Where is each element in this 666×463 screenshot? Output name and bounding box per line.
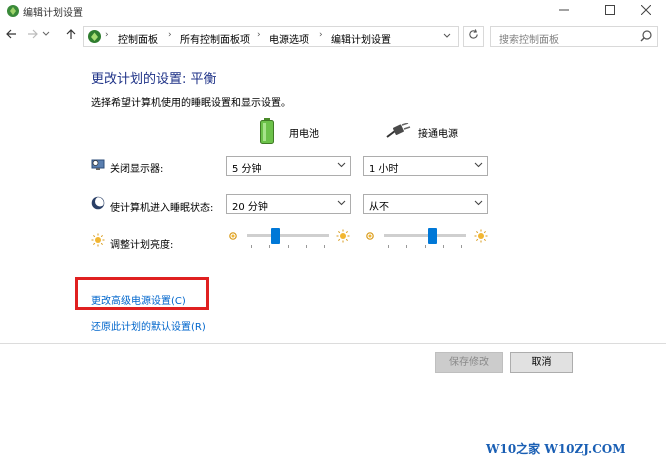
bright-sun-icon <box>336 229 350 243</box>
minimize-button[interactable] <box>548 0 580 22</box>
window-title: 编辑计划设置 <box>23 8 83 19</box>
title-bar: 编辑计划设置 <box>0 0 666 22</box>
chevron-down-icon <box>443 33 451 38</box>
breadcrumb-separator-icon: › <box>257 30 261 40</box>
restore-defaults-link[interactable]: 还原此计划的默认设置(R) <box>91 318 206 333</box>
chevron-down-icon <box>337 162 346 168</box>
minimize-icon <box>559 9 569 11</box>
slider-tick <box>288 245 289 248</box>
up-arrow-icon <box>66 29 76 39</box>
up-button[interactable] <box>62 27 80 45</box>
page-title: 更改计划的设置: 平衡 <box>91 72 217 87</box>
sleep-moon-icon <box>91 196 105 210</box>
brightness-sun-icon <box>91 233 105 247</box>
control-panel-icon <box>88 30 101 43</box>
battery-icon <box>260 118 274 144</box>
close-icon <box>640 4 652 16</box>
slider-track <box>384 234 466 237</box>
forward-arrow-icon <box>28 29 38 39</box>
search-icon <box>640 30 652 42</box>
sleep-battery-select[interactable]: 20 分钟 <box>226 194 351 214</box>
display-off-battery-select[interactable]: 5 分钟 <box>226 156 351 176</box>
slider-tick <box>269 245 270 248</box>
slider-thumb[interactable] <box>428 228 437 244</box>
dim-sun-icon <box>229 232 237 240</box>
save-button[interactable]: 保存修改 <box>435 352 503 373</box>
dim-sun-icon <box>366 232 374 240</box>
chevron-down-icon <box>42 31 50 36</box>
breadcrumb-separator-icon: › <box>105 30 109 40</box>
chevron-down-icon <box>337 200 346 206</box>
back-button[interactable] <box>2 27 20 45</box>
page-description: 选择希望计算机使用的睡眠设置和显示设置。 <box>91 98 291 109</box>
battery-column-header: 用电池 <box>260 118 350 146</box>
brightness-plugged-slider[interactable] <box>384 228 466 250</box>
maximize-button[interactable] <box>594 0 626 22</box>
slider-tick <box>425 245 426 248</box>
breadcrumb-all-items[interactable]: 所有控制面板项 <box>180 31 250 46</box>
search-placeholder: 搜索控制面板 <box>499 35 559 46</box>
refresh-icon <box>469 29 478 39</box>
sleep-battery-value: 20 分钟 <box>232 202 268 213</box>
slider-tick <box>324 245 325 248</box>
breadcrumb-control-panel[interactable]: 控制面板 <box>118 31 158 46</box>
watermark-logo: W10之家 W10ZJ.COM <box>486 442 626 456</box>
sleep-label: 使计算机进入睡眠状态: <box>110 203 214 214</box>
recent-locations-button[interactable] <box>41 27 51 45</box>
display-timer-icon <box>91 159 105 170</box>
maximize-icon <box>605 5 615 15</box>
chevron-down-icon <box>474 200 483 206</box>
breadcrumb-power-options[interactable]: 电源选项 <box>269 31 309 46</box>
cancel-button[interactable]: 取消 <box>510 352 573 373</box>
search-input[interactable]: 搜索控制面板 <box>490 26 658 47</box>
sleep-plugged-select[interactable]: 从不 <box>363 194 488 214</box>
chevron-down-icon <box>474 162 483 168</box>
battery-label: 用电池 <box>289 129 319 140</box>
slider-tick <box>406 245 407 248</box>
address-dropdown-button[interactable] <box>440 29 454 46</box>
refresh-button[interactable] <box>463 26 484 47</box>
close-button[interactable] <box>630 0 662 22</box>
power-plug-icon <box>386 123 411 138</box>
slider-track <box>247 234 329 237</box>
display-off-plugged-value: 1 小时 <box>369 164 399 175</box>
bright-sun-icon <box>474 229 488 243</box>
breadcrumb-separator-icon: › <box>319 30 323 40</box>
sleep-plugged-value: 从不 <box>369 202 389 213</box>
display-off-plugged-select[interactable]: 1 小时 <box>363 156 488 176</box>
plugged-in-column-header: 接通电源 <box>385 118 495 146</box>
plugged-in-label: 接通电源 <box>418 129 458 140</box>
slider-tick <box>461 245 462 248</box>
back-arrow-icon <box>6 29 16 39</box>
slider-tick <box>306 245 307 248</box>
breadcrumb-edit-plan[interactable]: 编辑计划设置 <box>331 31 391 46</box>
slider-tick <box>388 245 389 248</box>
forward-button[interactable] <box>24 27 42 45</box>
power-options-icon <box>7 5 19 17</box>
display-off-battery-value: 5 分钟 <box>232 164 262 175</box>
display-off-label: 关闭显示器: <box>110 164 164 175</box>
navigation-bar: › 控制面板 › 所有控制面板项 › 电源选项 › 编辑计划设置 搜索控制面板 <box>0 24 666 50</box>
slider-tick <box>251 245 252 248</box>
brightness-label: 调整计划亮度: <box>110 240 174 251</box>
slider-tick <box>443 245 444 248</box>
address-bar[interactable]: › 控制面板 › 所有控制面板项 › 电源选项 › 编辑计划设置 <box>83 26 459 47</box>
slider-thumb[interactable] <box>271 228 280 244</box>
footer-divider <box>0 343 666 344</box>
breadcrumb-separator-icon: › <box>168 30 172 40</box>
brightness-battery-slider[interactable] <box>247 228 329 250</box>
advanced-power-settings-link[interactable]: 更改高级电源设置(C) <box>91 292 186 307</box>
